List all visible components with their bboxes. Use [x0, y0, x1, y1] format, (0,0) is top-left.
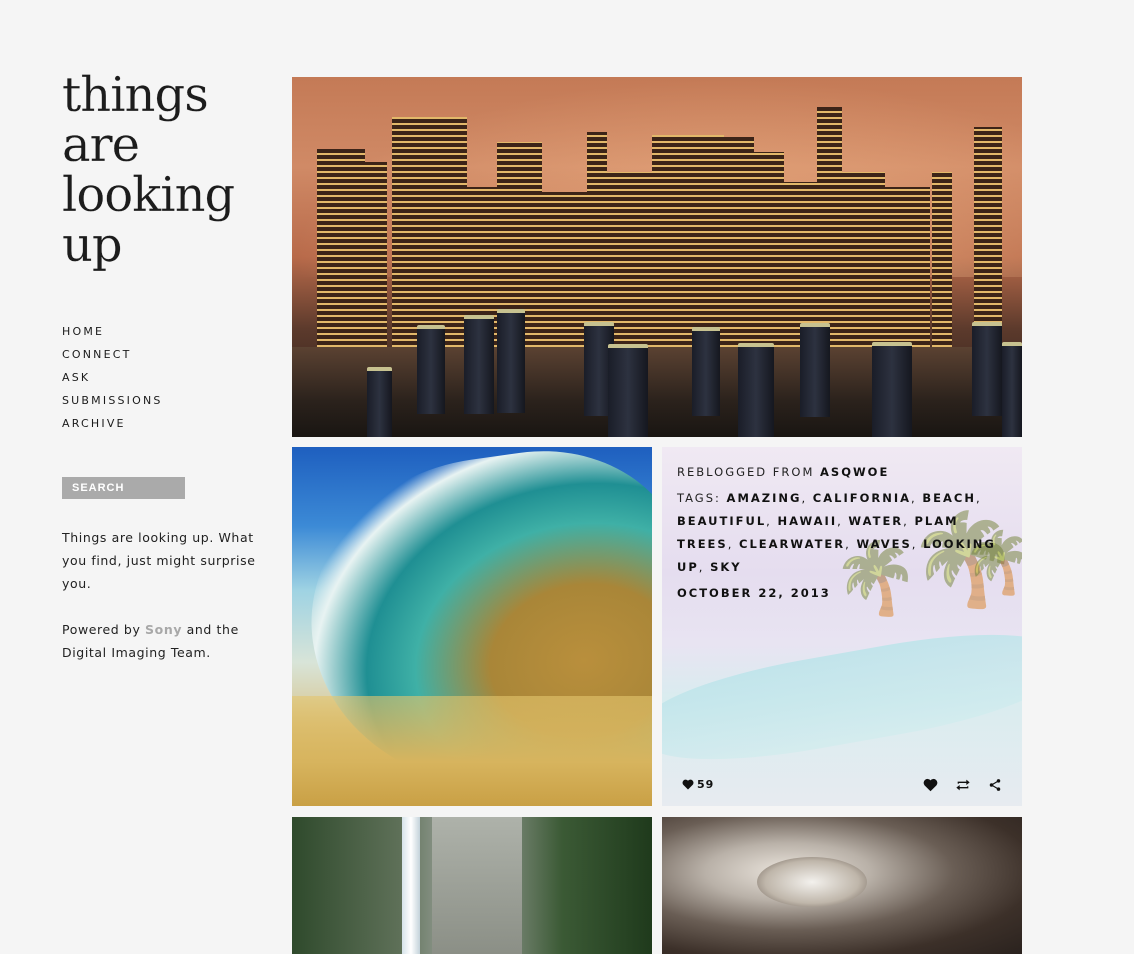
building — [652, 135, 724, 347]
piling — [1002, 342, 1022, 437]
description-text: Things are looking up. What you find, ju… — [62, 530, 256, 591]
search-input[interactable] — [62, 477, 185, 499]
sculpture-reflection — [757, 857, 867, 907]
piling — [738, 343, 774, 437]
tag-link[interactable]: AMAZING — [727, 491, 802, 505]
building — [607, 172, 652, 347]
tag-link[interactable]: WAVES — [856, 537, 911, 551]
tag-link[interactable]: CLEARWATER — [739, 537, 845, 551]
heart-icon — [682, 779, 694, 790]
piling — [417, 325, 445, 414]
blog-title-line-1: things — [62, 67, 209, 123]
piling — [497, 309, 525, 413]
beach-shore — [662, 616, 1022, 778]
reblog-icon[interactable] — [955, 778, 971, 795]
photo-post-waterfall[interactable] — [292, 817, 652, 954]
building — [392, 117, 467, 347]
tag-link[interactable]: HAWAII — [777, 514, 837, 528]
tags-label: TAGS: — [677, 491, 727, 505]
post-footer: 59 — [682, 778, 1002, 794]
sony-link[interactable]: Sony — [145, 622, 182, 637]
nav-item-home[interactable]: HOME — [62, 320, 262, 343]
building — [754, 152, 784, 347]
post-meta: REBLOGGED FROM ASQWOE TAGS: AMAZING, CAL… — [677, 461, 1007, 605]
blog-title-line-4: up — [62, 217, 123, 273]
building — [827, 172, 885, 347]
powered-by-prefix: Powered by — [62, 622, 146, 637]
post-actions — [911, 778, 1002, 795]
reblogged-from-link[interactable]: ASQWOE — [820, 465, 889, 479]
building — [932, 172, 952, 347]
post-info-panel: 🌴 🌴 🌴 REBLOGGED FROM ASQWOE TAGS: AMAZIN… — [662, 447, 1022, 806]
like-icon[interactable] — [923, 778, 938, 795]
piling — [800, 323, 830, 417]
building — [724, 137, 754, 347]
sidebar: things are looking up HOME CONNECT ASK S… — [62, 70, 262, 687]
nav-item-connect[interactable]: CONNECT — [62, 343, 262, 366]
nav-item-submissions[interactable]: SUBMISSIONS — [62, 389, 262, 412]
waterfall-stream — [402, 817, 420, 954]
photo-post-sculpture[interactable] — [662, 817, 1022, 954]
post-date[interactable]: OCTOBER 22, 2013 — [677, 582, 1007, 605]
sand — [292, 696, 652, 806]
tag-link[interactable]: BEAUTIFUL — [677, 514, 766, 528]
tag-link[interactable]: BEACH — [922, 491, 976, 505]
blog-title-line-2: are — [62, 117, 140, 173]
building — [587, 132, 607, 347]
rock-face — [432, 817, 522, 954]
blog-title[interactable]: things are looking up — [62, 70, 262, 270]
building — [347, 162, 387, 347]
share-icon[interactable] — [988, 778, 1002, 795]
tag-link[interactable]: SKY — [710, 560, 742, 574]
tag-link[interactable]: WATER — [848, 514, 903, 528]
reblog-line: REBLOGGED FROM ASQWOE — [677, 461, 1007, 484]
blog-title-line-3: looking — [62, 167, 235, 223]
tags-line: TAGS: AMAZING, CALIFORNIA, BEACH, BEAUTI… — [677, 491, 996, 574]
reblogged-label: REBLOGGED FROM — [677, 465, 821, 479]
photo-post-city-skyline[interactable] — [292, 77, 1022, 437]
water — [292, 347, 1022, 437]
piling — [872, 342, 912, 437]
building — [974, 127, 1002, 347]
main-nav: HOME CONNECT ASK SUBMISSIONS ARCHIVE — [62, 320, 262, 435]
piling — [972, 322, 1002, 416]
nav-item-ask[interactable]: ASK — [62, 366, 262, 389]
building — [885, 187, 930, 347]
notes-count-value: 59 — [697, 778, 715, 791]
notes-count[interactable]: 59 — [682, 778, 714, 791]
tag-link[interactable]: CALIFORNIA — [813, 491, 911, 505]
nav-item-archive[interactable]: ARCHIVE — [62, 412, 262, 435]
powered-by: Powered by Sony and the Digital Imaging … — [62, 618, 262, 664]
piling — [464, 315, 494, 414]
piling — [692, 327, 720, 416]
piling — [608, 344, 648, 437]
blog-description: Things are looking up. What you find, ju… — [62, 526, 262, 664]
piling — [367, 367, 392, 437]
photo-post-wave[interactable] — [292, 447, 652, 806]
